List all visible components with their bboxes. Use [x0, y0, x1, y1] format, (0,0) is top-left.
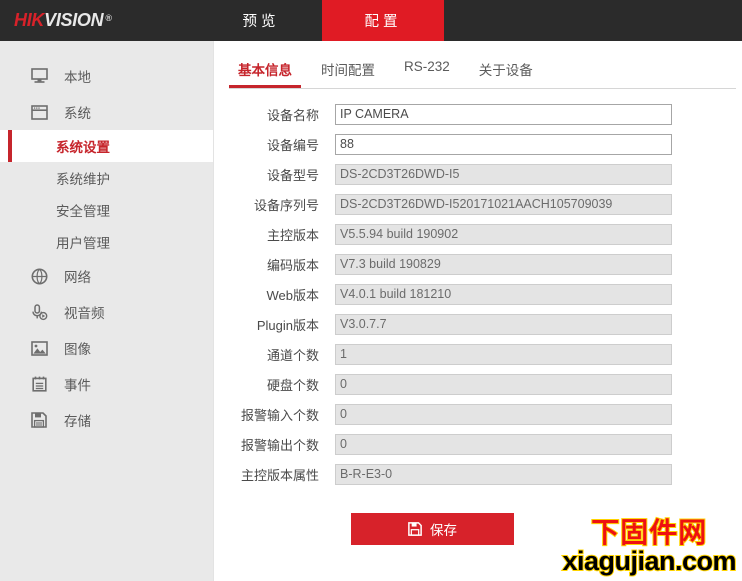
label-firmware-attribute: 主控版本属性 — [240, 467, 319, 483]
sidebar-item-audio-video[interactable]: 视音频 — [0, 294, 213, 330]
logo-vision-text: VISION — [44, 10, 104, 30]
field-row-disk-count: 硬盘个数 — [215, 369, 742, 399]
input-device-number[interactable] — [335, 133, 672, 155]
main-content: 基本信息 时间配置 RS-232 关于设备 设备名称 设备编号 设备型号 — [215, 41, 742, 581]
label-device-number: 设备编号 — [266, 137, 319, 153]
sidebar-item-network-label: 网络 — [64, 270, 91, 285]
sidebar-item-system-settings[interactable]: 系统设置 — [0, 130, 213, 162]
sidebar-item-storage[interactable]: 存储 — [0, 402, 213, 438]
globe-icon — [28, 266, 50, 286]
nav-tab-preview[interactable]: 预览 — [200, 0, 322, 41]
input-device-name[interactable] — [335, 103, 672, 125]
label-firmware-version: 主控版本 — [266, 227, 319, 243]
tab-basic-info[interactable]: 基本信息 — [229, 53, 301, 88]
input-alarm-output-count — [335, 433, 672, 455]
nav-tab-config-label: 配置 — [364, 14, 402, 30]
input-firmware-attribute — [335, 463, 672, 485]
input-channel-count — [335, 343, 672, 365]
tab-rs232-label: RS-232 — [404, 59, 450, 74]
input-serial-number — [335, 193, 672, 215]
sidebar-item-storage-label: 存储 — [64, 414, 91, 429]
tab-about-device[interactable]: 关于设备 — [470, 53, 542, 88]
label-device-model: 设备型号 — [266, 167, 319, 183]
field-row-plugin-version: Plugin版本 — [215, 309, 742, 339]
input-plugin-version — [335, 313, 672, 335]
label-channel-count: 通道个数 — [266, 347, 319, 363]
input-encoder-version — [335, 253, 672, 275]
label-alarm-input-count: 报警输入个数 — [240, 407, 319, 423]
nav-tab-config[interactable]: 配置 — [322, 0, 444, 41]
save-button[interactable]: 保存 — [351, 513, 514, 545]
sidebar-item-system[interactable]: 系统 — [0, 94, 213, 130]
sidebar-item-system-settings-label: 系统设置 — [56, 140, 110, 155]
sidebar-item-security-management[interactable]: 安全管理 — [0, 194, 213, 226]
tab-time-config[interactable]: 时间配置 — [312, 53, 384, 88]
tab-about-device-label: 关于设备 — [478, 63, 533, 78]
floppy-icon — [408, 522, 422, 536]
input-alarm-input-count — [335, 403, 672, 425]
field-row-device-number: 设备编号 — [215, 129, 742, 159]
tab-time-config-label: 时间配置 — [321, 63, 375, 78]
image-icon — [28, 338, 50, 358]
field-row-alarm-output-count: 报警输出个数 — [215, 429, 742, 459]
label-device-name: 设备名称 — [266, 107, 319, 123]
monitor-icon — [28, 66, 50, 86]
hikvision-logo: HIK VISION ® — [0, 0, 200, 41]
field-row-firmware-attribute: 主控版本属性 — [215, 459, 742, 489]
field-row-channel-count: 通道个数 — [215, 339, 742, 369]
sidebar-item-system-maintenance[interactable]: 系统维护 — [0, 162, 213, 194]
input-firmware-version — [335, 223, 672, 245]
label-disk-count: 硬盘个数 — [266, 377, 319, 393]
content-tabbar: 基本信息 时间配置 RS-232 关于设备 — [229, 53, 742, 89]
field-row-firmware-version: 主控版本 — [215, 219, 742, 249]
sidebar: 本地 系统 系统设置 系统维护 安全管理 用户管理 网络 视音频 图像 事件 存… — [0, 41, 214, 581]
label-plugin-version: Plugin版本 — [256, 317, 319, 333]
sidebar-item-system-maintenance-label: 系统维护 — [56, 172, 110, 187]
label-encoder-version: 编码版本 — [266, 257, 319, 273]
floppy-icon — [28, 410, 50, 430]
window-icon — [28, 102, 50, 122]
sidebar-item-image-label: 图像 — [64, 342, 91, 357]
app-root: HIK VISION ® 预览 配置 本地 系统 系统设置 系统维护 安全管理 … — [0, 0, 742, 581]
field-row-web-version: Web版本 — [215, 279, 742, 309]
registered-trademark-icon: ® — [105, 12, 112, 23]
input-web-version — [335, 283, 672, 305]
sidebar-item-system-label: 系统 — [64, 106, 91, 121]
tab-rs232[interactable]: RS-232 — [395, 53, 459, 83]
sidebar-item-event-label: 事件 — [64, 378, 91, 393]
sidebar-item-image[interactable]: 图像 — [0, 330, 213, 366]
field-row-encoder-version: 编码版本 — [215, 249, 742, 279]
field-row-device-model: 设备型号 — [215, 159, 742, 189]
label-alarm-output-count: 报警输出个数 — [240, 437, 319, 453]
tab-basic-info-label: 基本信息 — [238, 63, 292, 78]
logo-hik-text: HIK — [14, 10, 45, 30]
sidebar-item-user-management[interactable]: 用户管理 — [0, 226, 213, 258]
label-web-version: Web版本 — [266, 287, 320, 303]
field-row-device-name: 设备名称 — [215, 99, 742, 129]
input-device-model — [335, 163, 672, 185]
input-disk-count — [335, 373, 672, 395]
sidebar-item-audio-video-label: 视音频 — [64, 306, 105, 321]
field-row-serial-number: 设备序列号 — [215, 189, 742, 219]
calendar-icon — [28, 374, 50, 394]
header-nav-tabs: 预览 配置 — [200, 0, 444, 41]
sidebar-item-local[interactable]: 本地 — [0, 58, 213, 94]
watermark: 下固件网 xiagujian.com — [561, 517, 737, 576]
nav-tab-preview-label: 预览 — [242, 14, 280, 30]
basic-info-form: 设备名称 设备编号 设备型号 设备序列号 主控版本 编码版本 — [215, 99, 742, 545]
label-serial-number: 设备序列号 — [253, 197, 319, 213]
field-row-alarm-input-count: 报警输入个数 — [215, 399, 742, 429]
sidebar-item-local-label: 本地 — [64, 70, 91, 85]
watermark-domain-text: xiagujian.com — [561, 546, 737, 576]
sidebar-item-security-management-label: 安全管理 — [56, 204, 110, 219]
sidebar-nav-group: 本地 系统 系统设置 系统维护 安全管理 用户管理 网络 视音频 图像 事件 存… — [0, 41, 213, 438]
sidebar-item-user-management-label: 用户管理 — [56, 236, 110, 251]
microphone-icon — [28, 302, 50, 322]
save-button-label: 保存 — [430, 523, 457, 538]
app-header: HIK VISION ® 预览 配置 — [0, 0, 742, 41]
watermark-chinese-text: 下固件网 — [590, 517, 708, 548]
sidebar-item-event[interactable]: 事件 — [0, 366, 213, 402]
sidebar-item-network[interactable]: 网络 — [0, 258, 213, 294]
